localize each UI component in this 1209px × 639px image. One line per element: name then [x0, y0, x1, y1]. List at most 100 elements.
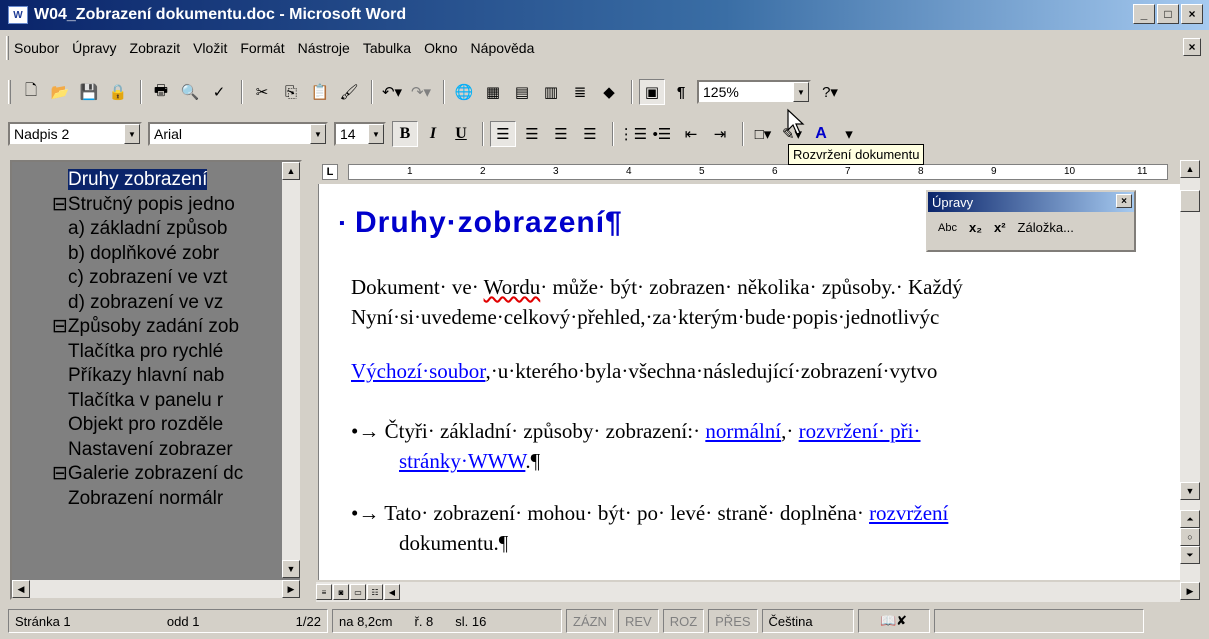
- print-icon[interactable]: 🖶: [148, 79, 174, 105]
- menu-upravy[interactable]: Úpravy: [72, 40, 116, 56]
- style-combo[interactable]: Nadpis 2 ▼: [8, 122, 142, 146]
- italic-button[interactable]: I: [420, 121, 446, 147]
- justify-icon[interactable]: ☰: [577, 121, 603, 147]
- document-map-horizontal-scrollbar[interactable]: ◀ ▶: [12, 580, 300, 598]
- normal-view-icon[interactable]: ≡: [316, 584, 332, 600]
- minimize-button[interactable]: _: [1133, 4, 1155, 24]
- document-map-item[interactable]: c) zobrazení ve vzt: [12, 266, 282, 291]
- subscript-button[interactable]: x₂: [969, 220, 982, 235]
- spelling-icon[interactable]: ✓: [206, 79, 232, 105]
- insert-excel-icon[interactable]: ▥: [538, 79, 564, 105]
- print-layout-view-icon[interactable]: ▭: [350, 584, 366, 600]
- link-rozvrzeni-pri[interactable]: rozvržení· při·: [799, 419, 921, 443]
- select-browse-object-icon[interactable]: ○: [1180, 528, 1200, 546]
- numbering-icon[interactable]: ⋮☰: [619, 121, 647, 147]
- document-map-item[interactable]: Tlačítka v panelu r: [12, 389, 282, 414]
- align-center-icon[interactable]: ☰: [519, 121, 545, 147]
- link-stranky-www[interactable]: stránky·WWW: [399, 449, 525, 473]
- scroll-up-icon[interactable]: ▲: [1180, 160, 1200, 178]
- tab-selector-icon[interactable]: L: [322, 164, 338, 180]
- tables-borders-icon[interactable]: ▦: [480, 79, 506, 105]
- status-track-changes[interactable]: REV: [617, 609, 659, 633]
- format-painter-icon[interactable]: 🖌: [336, 79, 362, 105]
- align-right-icon[interactable]: ☰: [548, 121, 574, 147]
- bold-button[interactable]: B: [392, 121, 418, 147]
- scroll-down-icon[interactable]: ▼: [282, 560, 300, 578]
- save-icon[interactable]: 💾: [76, 79, 102, 105]
- document-map-icon[interactable]: ▣: [639, 79, 665, 105]
- status-language[interactable]: Čeština: [761, 609, 854, 633]
- link-vychozi-soubor[interactable]: Výchozí·soubor: [351, 359, 485, 383]
- scroll-left-icon[interactable]: ◀: [12, 580, 30, 598]
- columns-icon[interactable]: ≣: [567, 79, 593, 105]
- hyperlink-icon[interactable]: 🌐: [451, 79, 477, 105]
- document-map-item[interactable]: Tlačítka pro rychlé: [12, 340, 282, 365]
- scroll-thumb[interactable]: [1180, 190, 1200, 212]
- menu-okno[interactable]: Okno: [424, 40, 457, 56]
- status-overtype[interactable]: PŘES: [708, 609, 758, 633]
- chevron-down-icon[interactable]: ▼: [310, 124, 326, 144]
- insert-table-icon[interactable]: ▤: [509, 79, 535, 105]
- borders-icon[interactable]: □▾: [750, 121, 776, 147]
- chevron-down-icon[interactable]: ▼: [368, 124, 384, 144]
- font-size-combo[interactable]: 14 ▼: [334, 122, 386, 146]
- scroll-down-icon[interactable]: ▼: [1180, 482, 1200, 500]
- redo-icon[interactable]: ↷▾: [408, 79, 434, 105]
- copy-icon[interactable]: ⎘: [278, 79, 304, 105]
- document-map-item[interactable]: Druhy zobrazení: [12, 168, 282, 193]
- superscript-button[interactable]: x²: [994, 220, 1006, 235]
- document-map-item[interactable]: Nastavení zobrazer: [12, 438, 282, 463]
- open-folder-icon[interactable]: 📂: [47, 79, 73, 105]
- link-normalni[interactable]: normální: [705, 419, 781, 443]
- scroll-up-icon[interactable]: ▲: [282, 162, 300, 180]
- menu-nastroje[interactable]: Nástroje: [298, 40, 350, 56]
- menu-soubor[interactable]: Soubor: [14, 40, 59, 56]
- decrease-indent-icon[interactable]: ⇤: [678, 121, 704, 147]
- drawing-icon[interactable]: ◆: [596, 79, 622, 105]
- font-combo[interactable]: Arial ▼: [148, 122, 328, 146]
- toolbar-grip[interactable]: [8, 80, 11, 104]
- link-rozvrzeni[interactable]: rozvržení: [869, 501, 948, 525]
- print-preview-icon[interactable]: 🔍: [177, 79, 203, 105]
- web-layout-view-icon[interactable]: ◙: [333, 584, 349, 600]
- scroll-right-icon[interactable]: ▶: [282, 580, 300, 598]
- document-vertical-scrollbar[interactable]: ▲ ▼ ⏶ ○ ⏷ ▶: [1180, 160, 1200, 600]
- document-map-item[interactable]: a) základní způsob: [12, 217, 282, 242]
- align-left-icon[interactable]: ☰: [490, 121, 516, 147]
- new-document-icon[interactable]: 🗋: [18, 79, 44, 105]
- status-record-macro[interactable]: ZÁZN: [566, 609, 614, 633]
- menu-zobrazit[interactable]: Zobrazit: [130, 40, 181, 56]
- bookmark-button[interactable]: Záložka...: [1018, 220, 1074, 235]
- outline-view-icon[interactable]: ☷: [367, 584, 383, 600]
- floating-toolbar-title[interactable]: Úpravy ×: [928, 192, 1134, 212]
- document-map-item[interactable]: b) doplňkové zobr: [12, 242, 282, 267]
- document-map-item[interactable]: Objekt pro rozděle: [12, 413, 282, 438]
- bullets-icon[interactable]: •☰: [649, 121, 675, 147]
- menu-tabulka[interactable]: Tabulka: [363, 40, 411, 56]
- maximize-button[interactable]: □: [1157, 4, 1179, 24]
- document-map-vertical-scrollbar[interactable]: ▲ ▼: [282, 162, 300, 578]
- next-page-icon[interactable]: ⏷: [1180, 546, 1200, 564]
- menu-grip[interactable]: [6, 36, 9, 60]
- close-button[interactable]: ×: [1181, 4, 1203, 24]
- underline-button[interactable]: U: [448, 121, 474, 147]
- horizontal-ruler[interactable]: 1 2 3 4 5 6 7 8 9 10 11: [348, 164, 1168, 180]
- increase-indent-icon[interactable]: ⇥: [707, 121, 733, 147]
- help-icon[interactable]: ?▾: [817, 79, 843, 105]
- scroll-right-icon[interactable]: ▶: [1180, 582, 1200, 600]
- undo-icon[interactable]: ↶▾: [379, 79, 405, 105]
- document-map-item[interactable]: ⊟Stručný popis jedno: [12, 193, 282, 218]
- scroll-left-icon[interactable]: ◀: [384, 584, 400, 600]
- document-close-button[interactable]: ×: [1183, 38, 1201, 56]
- spelling-status-icon[interactable]: 📖✘: [857, 609, 930, 633]
- document-horizontal-scrollbar[interactable]: ≡ ◙ ▭ ☷ ◀: [316, 582, 1180, 602]
- chevron-down-icon[interactable]: ▼: [793, 82, 809, 102]
- document-map-item[interactable]: ⊟Způsoby zadání zob: [12, 315, 282, 340]
- status-extend[interactable]: ROZ: [662, 609, 705, 633]
- menu-vlozit[interactable]: Vložit: [193, 40, 227, 56]
- show-hide-pilcrow-icon[interactable]: ¶: [668, 79, 694, 105]
- document-map-item[interactable]: Příkazy hlavní nab: [12, 364, 282, 389]
- menu-napoveda[interactable]: Nápověda: [471, 40, 535, 56]
- document-map-item[interactable]: d) zobrazení ve vz: [12, 291, 282, 316]
- permission-icon[interactable]: 🔒: [105, 79, 131, 105]
